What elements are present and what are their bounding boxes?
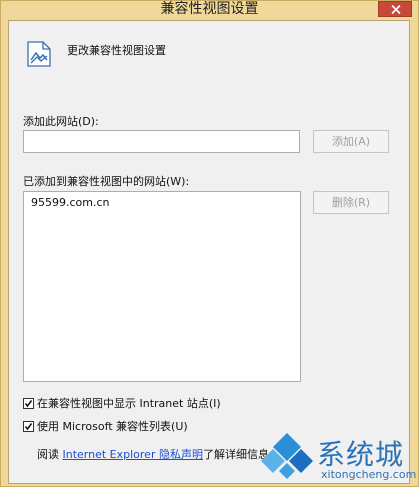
list-item[interactable]: 95599.com.cn (31, 196, 110, 209)
brand-logo-icon (261, 433, 313, 479)
watermark-brand-en: xitongcheng.com (321, 468, 417, 481)
dialog-heading: 更改兼容性视图设置 (67, 44, 166, 57)
intranet-checkbox[interactable] (23, 397, 34, 409)
intranet-label: 在兼容性视图中显示 Intranet 站点(I) (37, 397, 221, 410)
checkmark-icon (24, 399, 33, 407)
privacy-prefix: 阅读 (37, 448, 63, 461)
sites-list-label: 已添加到兼容性视图中的网站(W): (23, 175, 190, 188)
dialog-window: 兼容性视图设置 更改兼容性视图设置 添加此网站(D): 添加(A) 已添加到兼容… (0, 0, 419, 487)
watermark: 系统城 xitongcheng.com (261, 431, 417, 486)
close-icon (391, 5, 401, 14)
sites-listbox[interactable]: 95599.com.cn (23, 191, 301, 382)
add-button[interactable]: 添加(A) (313, 130, 389, 153)
microsoft-list-checkbox[interactable] (23, 420, 34, 432)
privacy-link[interactable]: Internet Explorer 隐私声明 (63, 448, 203, 461)
watermark-brand-cn: 系统城 (317, 438, 405, 471)
add-site-label: 添加此网站(D): (23, 115, 99, 128)
dialog-body: 更改兼容性视图设置 添加此网站(D): 添加(A) 已添加到兼容性视图中的网站(… (8, 20, 410, 484)
intranet-option[interactable]: 在兼容性视图中显示 Intranet 站点(I) (23, 396, 221, 410)
window-title: 兼容性视图设置 (160, 1, 259, 17)
title-bar[interactable]: 兼容性视图设置 (1, 1, 418, 21)
remove-button[interactable]: 删除(R) (313, 191, 389, 214)
compatibility-view-icon (27, 41, 51, 67)
microsoft-list-label: 使用 Microsoft 兼容性列表(U) (37, 420, 188, 433)
privacy-info: 阅读 Internet Explorer 隐私声明了解详细信息 (37, 446, 269, 462)
add-site-input[interactable] (23, 130, 300, 153)
microsoft-list-option[interactable]: 使用 Microsoft 兼容性列表(U) (23, 419, 188, 433)
close-button[interactable] (378, 1, 412, 17)
checkmark-icon (24, 422, 33, 430)
privacy-suffix: 了解详细信息 (202, 448, 269, 461)
